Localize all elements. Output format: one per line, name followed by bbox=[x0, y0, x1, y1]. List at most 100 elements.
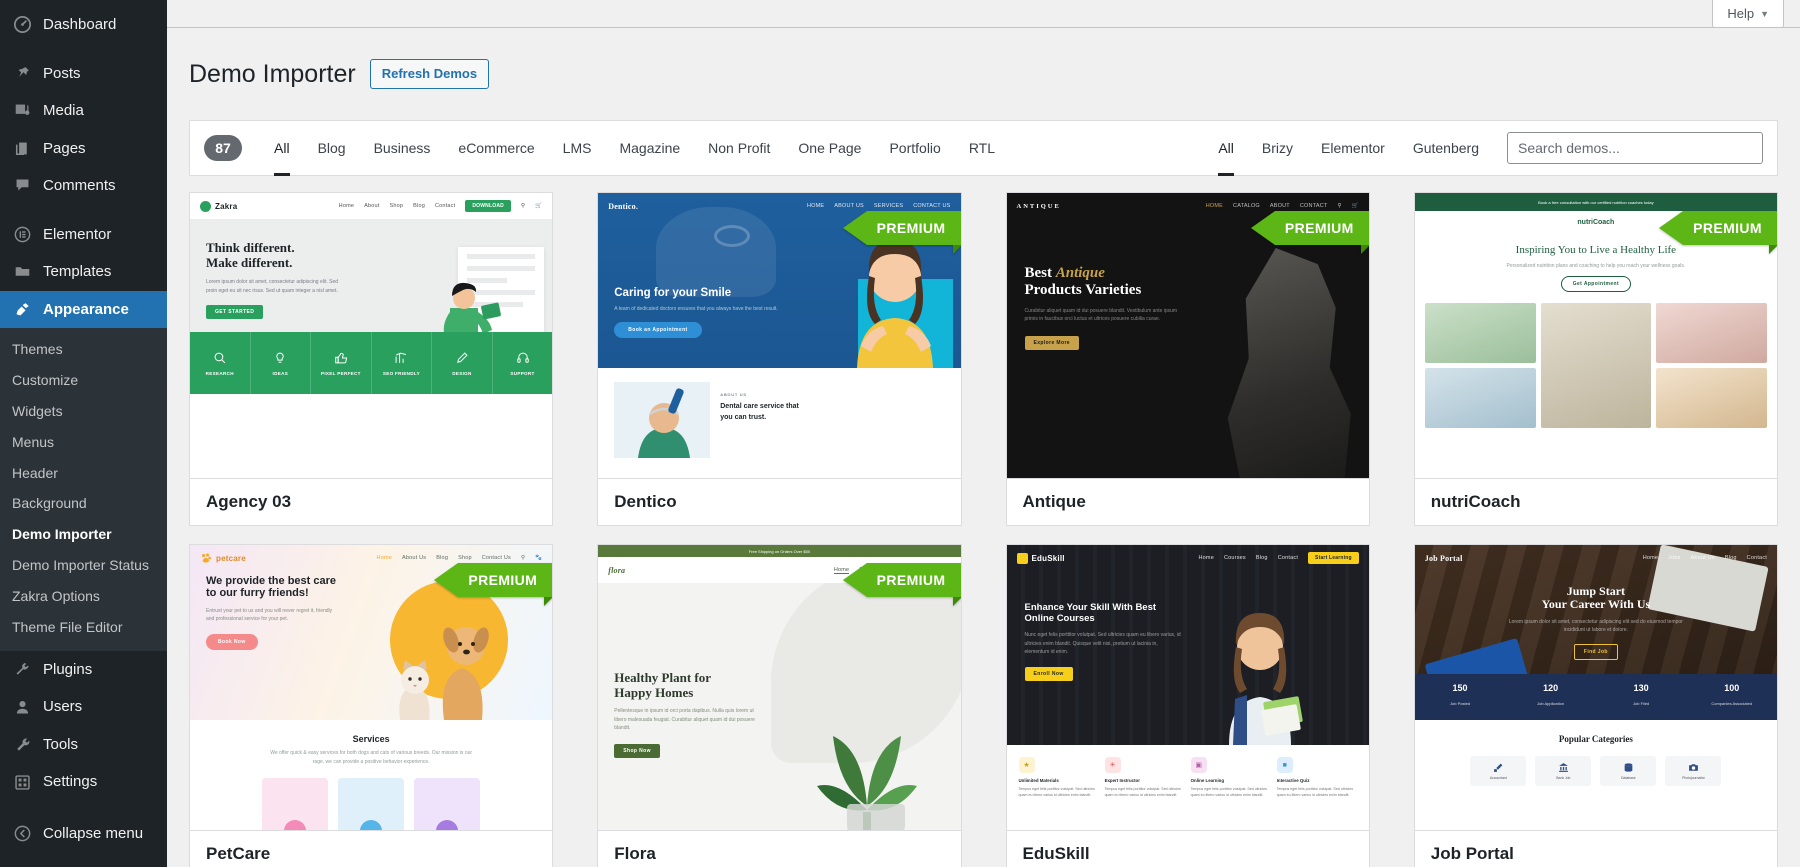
demo-card-antique[interactable]: PREMIUM ANTIQUE HOME CATALOG ABOUT CONTA… bbox=[1005, 192, 1370, 526]
service-badge bbox=[360, 820, 383, 830]
service-tile bbox=[414, 778, 481, 830]
feature-cell: SUPPORT bbox=[493, 332, 553, 394]
demo-card-dentico[interactable]: PREMIUM Dentico. HOME ABOUT US SERVICES … bbox=[597, 192, 962, 526]
sidebar-item-posts[interactable]: Posts bbox=[0, 55, 167, 93]
sidebar-item-pages[interactable]: Pages bbox=[0, 130, 167, 168]
users-icon bbox=[11, 699, 33, 716]
filter-category-non-profit[interactable]: Non Profit bbox=[694, 120, 784, 176]
submenu-item-demo-importer[interactable]: Demo Importer bbox=[0, 519, 167, 550]
refresh-demos-button[interactable]: Refresh Demos bbox=[369, 58, 490, 90]
submenu-item-menus[interactable]: Menus bbox=[0, 427, 167, 458]
hero-body: Entrust your pet to us and you will neve… bbox=[206, 607, 333, 623]
submenu-item-widgets[interactable]: Widgets bbox=[0, 396, 167, 427]
demo-card-job-portal[interactable]: Job Portal Home Jobs About Us Blog Conta… bbox=[1413, 544, 1778, 867]
submenu-item-background[interactable]: Background bbox=[0, 488, 167, 519]
sidebar-item-users[interactable]: Users bbox=[0, 688, 167, 726]
hero-body: Lorem ipsum dolor sit amet, consectetur … bbox=[206, 279, 339, 294]
feature-cell: DESIGN bbox=[432, 332, 493, 394]
feature-label: DESIGN bbox=[452, 370, 472, 376]
submenu-item-zakra-options[interactable]: Zakra Options bbox=[0, 581, 167, 612]
feature-label: RESEARCH bbox=[205, 370, 234, 376]
hero-body: A team of dedicated doctors ensures that… bbox=[614, 305, 778, 312]
search-icon: ⚲ bbox=[520, 203, 526, 209]
filter-builder-gutenberg[interactable]: Gutenberg bbox=[1399, 120, 1493, 176]
filter-category-all[interactable]: All bbox=[260, 120, 304, 176]
sidebar-item-comments[interactable]: Comments bbox=[0, 167, 167, 205]
demo-title: Agency 03 bbox=[190, 478, 553, 525]
preview-navlinks: Home About Shop Blog Contact DOWNLOAD ⚲ … bbox=[339, 200, 543, 212]
submenu-item-theme-file-editor[interactable]: Theme File Editor bbox=[0, 612, 167, 643]
preview-job-portal: Job Portal Home Jobs About Us Blog Conta… bbox=[1414, 545, 1777, 830]
demo-thumbnail: Job Portal Home Jobs About Us Blog Conta… bbox=[1414, 545, 1777, 830]
sidebar-item-appearance[interactable]: Appearance bbox=[0, 290, 167, 328]
filter-category-rtl[interactable]: RTL bbox=[955, 120, 1009, 176]
nav-link: Contact bbox=[1277, 555, 1299, 561]
preview-brand: Zakra bbox=[200, 200, 237, 212]
submenu-item-demo-importer-status[interactable]: Demo Importer Status bbox=[0, 550, 167, 581]
sidebar-item-plugins[interactable]: Plugins bbox=[0, 651, 167, 689]
brand-name: nutriCoach bbox=[1577, 218, 1615, 226]
sidebar-item-media[interactable]: Media bbox=[0, 92, 167, 130]
nav-link: Blog bbox=[413, 203, 425, 209]
filter-builder-elementor[interactable]: Elementor bbox=[1307, 120, 1399, 176]
filter-category-magazine[interactable]: Magazine bbox=[605, 120, 694, 176]
help-tab[interactable]: Help ▼ bbox=[1712, 0, 1784, 28]
stat-value: 120 bbox=[1543, 683, 1559, 693]
hero-cta: Book Now bbox=[206, 633, 258, 650]
section-title: Services bbox=[352, 734, 390, 744]
unlimited-materials-icon: ★ bbox=[1018, 757, 1035, 773]
search-input[interactable] bbox=[1507, 132, 1763, 164]
online-learning-icon: ▣ bbox=[1190, 757, 1207, 773]
filter-category-lms[interactable]: LMS bbox=[549, 120, 606, 176]
demo-grid-wrap: Zakra Home About Shop Blog Contact DOWNL… bbox=[167, 176, 1800, 867]
help-label: Help bbox=[1727, 6, 1755, 21]
feature-cell: IDEAS bbox=[251, 332, 312, 394]
demo-card-petcare[interactable]: PREMIUM petcare Home About Us Blog Shop … bbox=[189, 544, 554, 867]
hero-headline-2: Products Varieties bbox=[1024, 281, 1142, 298]
decor-chair bbox=[656, 207, 777, 297]
submenu-item-header[interactable]: Header bbox=[0, 458, 167, 489]
preview-features: ★ Unlimited Materials Tempus eget felis … bbox=[1006, 745, 1369, 830]
photo-tile bbox=[1424, 303, 1536, 363]
feature-col: ■ Interactive Quiz Tempus eget felis por… bbox=[1276, 757, 1357, 830]
nav-link: Contact Us bbox=[481, 555, 511, 561]
demo-card-eduskill[interactable]: EduSkill Home Courses Blog Contact Start… bbox=[1005, 544, 1370, 867]
hero-headline-1: Caring for your Smile bbox=[614, 286, 732, 299]
demo-card-agency-03[interactable]: Zakra Home About Shop Blog Contact DOWNL… bbox=[189, 192, 554, 526]
filter-builder-all[interactable]: All bbox=[1204, 120, 1248, 176]
sidebar-item-elementor[interactable]: Elementor bbox=[0, 216, 167, 254]
filter-category-portfolio[interactable]: Portfolio bbox=[875, 120, 954, 176]
main-content: Help ▼ Demo Importer Refresh Demos 87 Al… bbox=[167, 0, 1800, 867]
demo-card-flora[interactable]: PREMIUM Free Shipping on Orders Over $50… bbox=[597, 544, 962, 867]
demo-card-nutricoach[interactable]: PREMIUM Book a free consultation with ou… bbox=[1413, 192, 1778, 526]
sidebar-item-collapse-menu[interactable]: Collapse menu bbox=[0, 815, 167, 853]
sidebar-item-tools[interactable]: Tools bbox=[0, 726, 167, 764]
filter-category-blog[interactable]: Blog bbox=[304, 120, 360, 176]
expert-instructor-icon: ☀ bbox=[1104, 757, 1121, 773]
nav-link: CATALOG bbox=[1233, 203, 1260, 209]
submenu-item-customize[interactable]: Customize bbox=[0, 365, 167, 396]
submenu-item-themes[interactable]: Themes bbox=[0, 334, 167, 365]
stat-item: 150 Job Posted bbox=[1415, 674, 1506, 720]
about-eyebrow: ABOUT US bbox=[720, 392, 747, 397]
preview-nav: EduSkill Home Courses Blog Contact Start… bbox=[1007, 545, 1369, 571]
filter-category-business[interactable]: Business bbox=[360, 120, 445, 176]
sidebar-item-settings[interactable]: Settings bbox=[0, 763, 167, 801]
feature-col: ☀ Expert Instructor Tempus eget felis po… bbox=[1104, 757, 1185, 830]
sidebar-label: Elementor bbox=[43, 225, 112, 243]
nav-link: CONTACT US bbox=[913, 203, 951, 209]
about-title-2: you can trust. bbox=[720, 413, 767, 421]
filter-builder-brizy[interactable]: Brizy bbox=[1248, 120, 1307, 176]
sidebar-label: Comments bbox=[43, 177, 116, 194]
nav-link: SERVICES bbox=[873, 203, 904, 209]
sidebar-item-dashboard[interactable]: Dashboard bbox=[0, 6, 167, 44]
hero-copy: Caring for your Smile A team of dedicate… bbox=[614, 287, 840, 338]
preview-photo-grid bbox=[1415, 303, 1777, 428]
feature-desc: Tempus eget felis porttitor volutpat. Se… bbox=[1190, 787, 1267, 798]
nav-cta: Start Learning bbox=[1308, 552, 1359, 564]
paw-icon bbox=[202, 553, 211, 563]
sidebar-item-templates[interactable]: Templates bbox=[0, 253, 167, 291]
filter-category-ecommerce[interactable]: eCommerce bbox=[444, 120, 548, 176]
demo-thumbnail: PREMIUM Free Shipping on Orders Over $50… bbox=[598, 545, 961, 830]
filter-category-one-page[interactable]: One Page bbox=[784, 120, 875, 176]
